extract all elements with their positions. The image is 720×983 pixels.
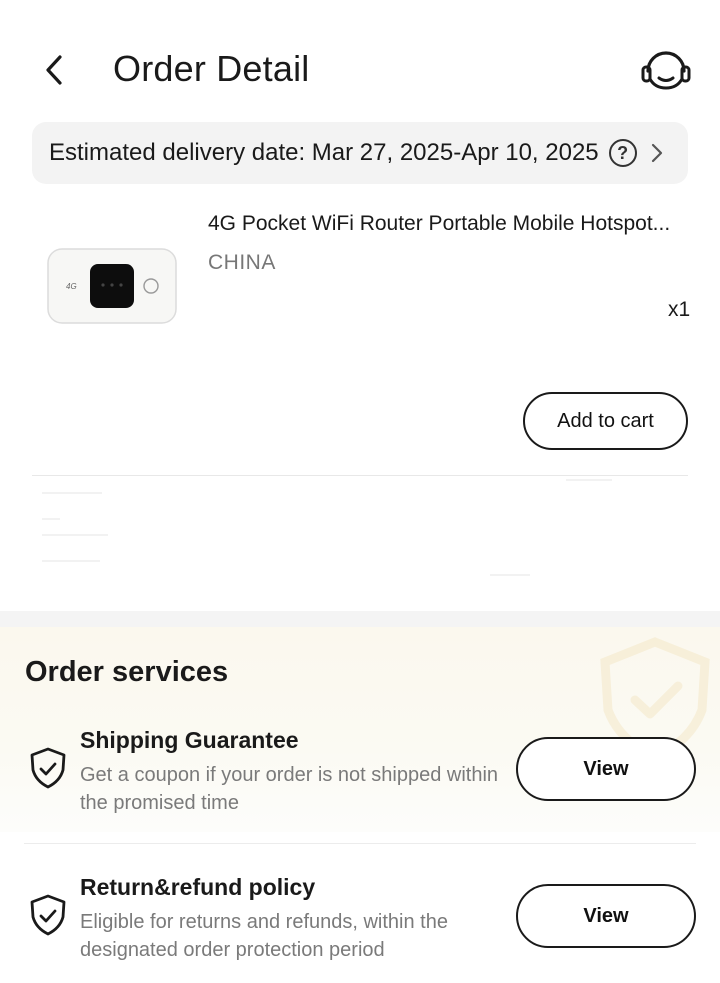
delivery-date-banner[interactable]: Estimated delivery date: Mar 27, 2025-Ap… [32,122,688,184]
help-icon[interactable]: ? [608,139,637,167]
product-quantity: x1 [668,298,691,321]
divider [32,475,688,476]
chevron-left-icon [46,55,62,85]
back-button[interactable] [36,50,72,90]
blurred-content [42,534,108,536]
service-desc-return-refund: Eligible for returns and refunds, within… [80,911,448,961]
svg-text:4G: 4G [66,282,77,291]
shield-check-icon [28,893,68,937]
order-services-title: Order services [25,656,229,688]
service-title-return-refund: Return&refund policy [80,874,316,900]
chevron-right-icon [651,143,663,163]
blurred-content [42,560,100,562]
blurred-content [42,492,102,494]
delivery-date-text: Estimated delivery date: Mar 27, 2025-Ap… [49,139,599,166]
service-desc-shipping-guarantee: Get a coupon if your order is not shippe… [80,764,499,814]
blurred-content [42,518,60,520]
service-title-shipping-guarantee: Shipping Guarantee [80,727,299,753]
blurred-content [566,479,612,481]
add-to-cart-button[interactable]: Add to cart [523,392,688,450]
blurred-content [490,574,530,576]
view-shipping-guarantee-button[interactable]: View [516,737,696,801]
divider [24,843,696,844]
pocket-router-image: 4G [47,248,177,324]
shield-check-icon [28,746,68,790]
product-origin: CHINA [208,251,276,274]
headset-icon [641,51,691,90]
section-separator [0,611,720,627]
product-image[interactable]: 4G [30,215,195,360]
view-return-refund-button[interactable]: View [516,884,696,948]
product-name[interactable]: 4G Pocket WiFi Router Portable Mobile Ho… [208,212,688,236]
page-title: Order Detail [113,48,310,89]
customer-support-button[interactable] [638,44,694,94]
